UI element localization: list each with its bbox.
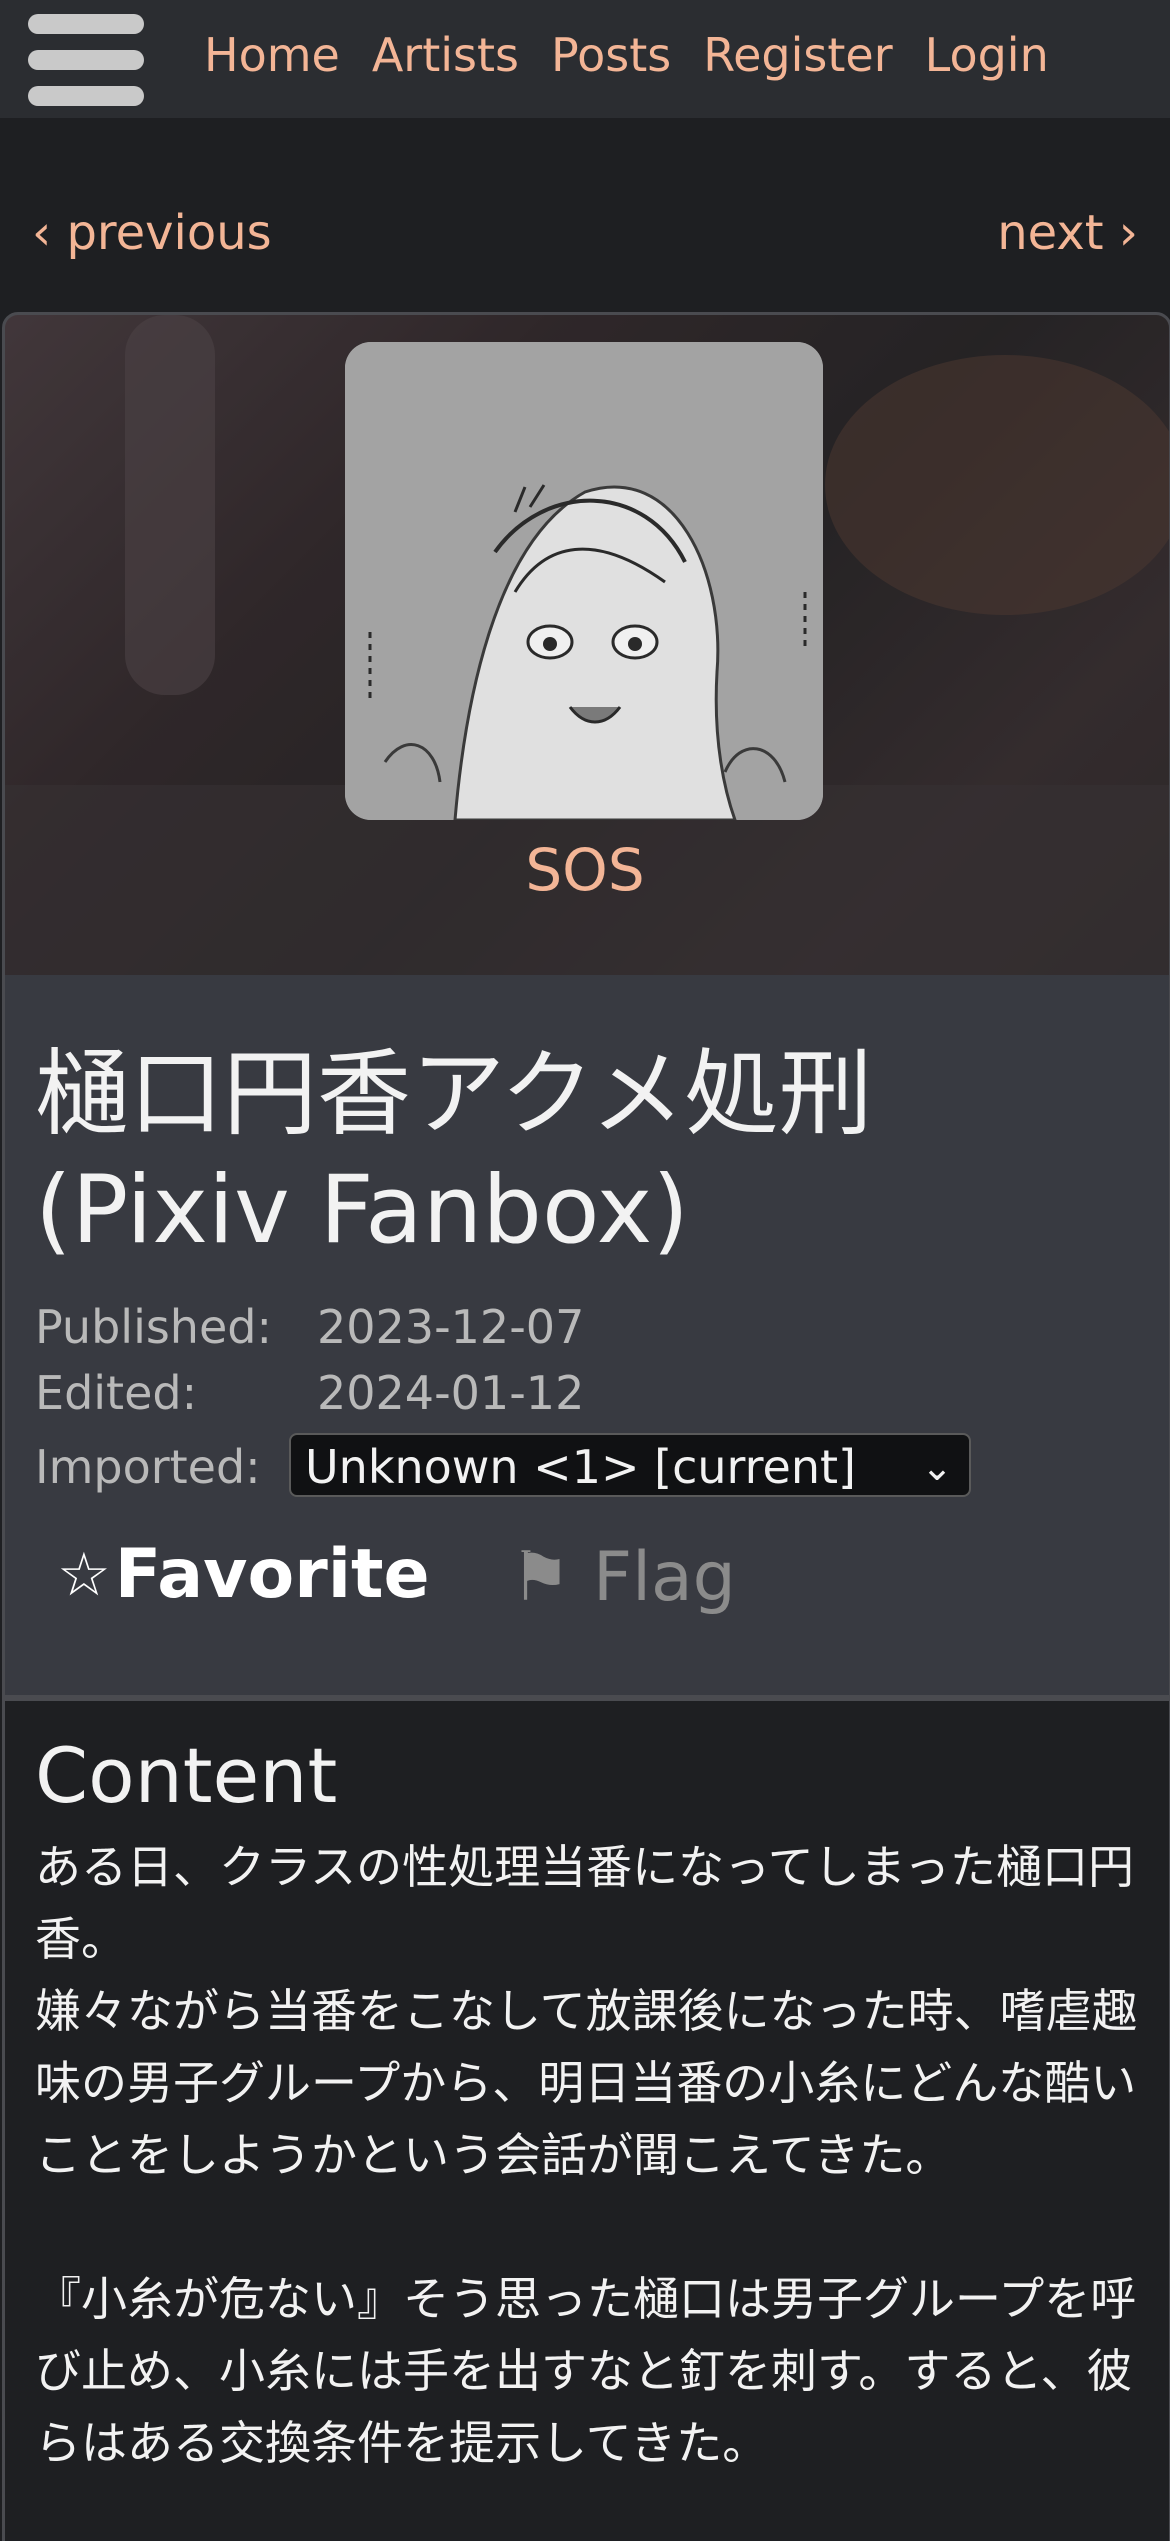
artist-name-link[interactable]: SOS <box>0 836 1170 904</box>
published-label: Published: <box>35 1300 272 1354</box>
nav-link-artists[interactable]: Artists <box>372 24 519 86</box>
content-paragraph: 嫌々ながら当番をこなして放課後になった時、嗜虐趣味の男子グループから、明日当番の… <box>35 1984 1138 2182</box>
hamburger-menu-icon[interactable] <box>28 14 144 106</box>
imported-label: Imported: <box>35 1440 261 1494</box>
imported-row: Imported: <box>35 1440 261 1494</box>
flag-icon: ⚑ <box>510 1538 571 1617</box>
edited-value: 2024-01-12 <box>317 1366 585 1420</box>
favorite-label: Favorite <box>114 1535 430 1614</box>
content-paragraph: 『小糸が危ない』そう思った樋口は男子グループを呼び止め、小糸には手を出すなと釘を… <box>35 2272 1137 2470</box>
published-row: Published: 2023-12-07 <box>35 1300 584 1354</box>
nav-link-home[interactable]: Home <box>204 24 340 86</box>
edited-label: Edited: <box>35 1366 198 1420</box>
import-revision-selected: Unknown <1> [current] <box>305 1440 856 1494</box>
post-content-body: ある日、クラスの性処理当番になってしまった樋口円香。 嫌々ながら当番をこなして放… <box>35 1831 1145 2479</box>
top-navbar: Home Artists Posts Register Login <box>0 0 1170 118</box>
post-content-section: Content ある日、クラスの性処理当番になってしまった樋口円香。 嫌々ながら… <box>2 1698 1170 2541</box>
published-value: 2023-12-07 <box>317 1300 585 1354</box>
nav-link-posts[interactable]: Posts <box>551 24 671 86</box>
avatar-sketch-image <box>345 342 823 820</box>
artist-avatar[interactable] <box>345 342 823 820</box>
nav-link-register[interactable]: Register <box>703 24 892 86</box>
nav-link-login[interactable]: Login <box>925 24 1049 86</box>
nav-links: Home Artists Posts Register Login <box>204 24 1049 86</box>
favorite-button[interactable]: ☆ Favorite <box>57 1535 430 1614</box>
edited-row: Edited: 2024-01-12 <box>35 1366 584 1420</box>
flag-button[interactable]: ⚑ Flag <box>510 1538 736 1617</box>
content-heading: Content <box>35 1731 338 1820</box>
import-revision-select[interactable]: Unknown <1> [current] ⌄ <box>289 1433 971 1497</box>
post-title: 樋口円香アクメ処刑 (Pixiv Fanbox) <box>35 1040 873 1265</box>
star-outline-icon: ☆ <box>57 1539 111 1610</box>
content-paragraph: ある日、クラスの性処理当番になってしまった樋口円香。 <box>35 1840 1134 1966</box>
next-post-link[interactable]: next › <box>997 205 1138 261</box>
previous-post-link[interactable]: ‹ previous <box>32 205 272 261</box>
post-info-panel: 樋口円香アクメ処刑 (Pixiv Fanbox) Published: 2023… <box>2 975 1170 1698</box>
chevron-down-icon: ⌄ <box>921 1445 953 1489</box>
flag-label: Flag <box>592 1538 736 1617</box>
